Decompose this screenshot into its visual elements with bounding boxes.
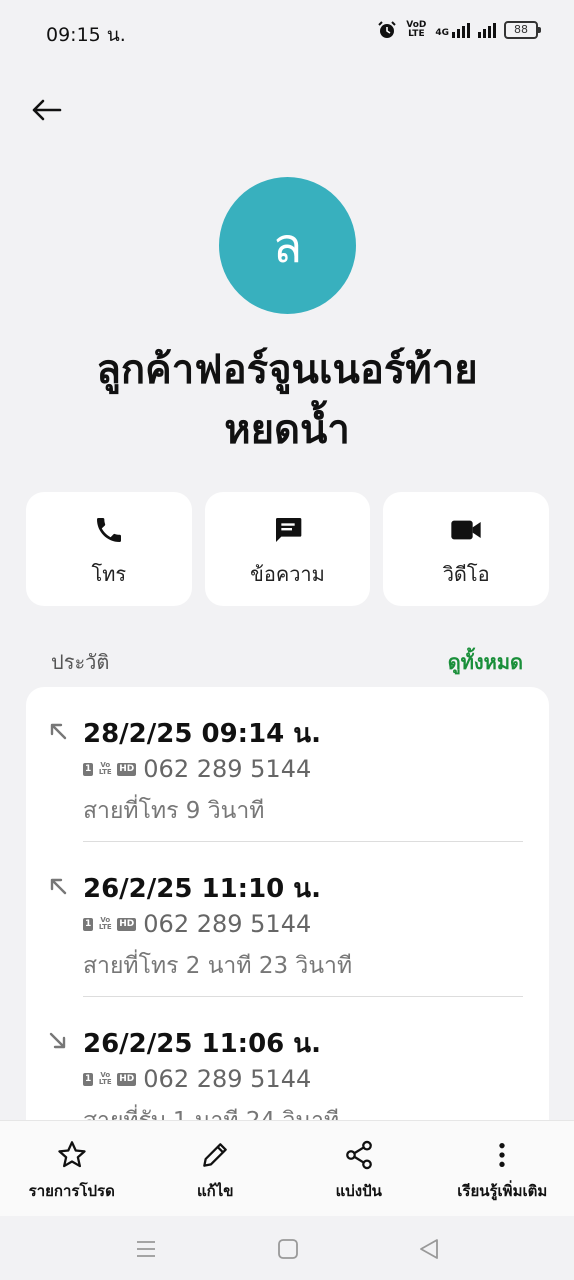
nav-back-button[interactable] xyxy=(414,1234,444,1264)
history-header: ประวัติ ดูทั้งหมด xyxy=(51,646,523,676)
favorite-label: รายการโปรด xyxy=(28,1182,115,1200)
star-icon xyxy=(58,1141,86,1168)
call-number: 062 289 5144 xyxy=(143,1065,312,1093)
volte-indicator: VoD LTE xyxy=(406,20,427,39)
recent-apps-button[interactable] xyxy=(131,1234,161,1264)
edit-button[interactable]: แก้ไข xyxy=(144,1121,288,1217)
more-label: เรียนรู้เพิ่มเติม xyxy=(457,1182,548,1200)
volte-icon: Vo LTE xyxy=(98,761,112,776)
home-icon xyxy=(278,1239,298,1259)
home-button[interactable] xyxy=(273,1234,303,1264)
share-label: แบ่งปัน xyxy=(335,1182,382,1200)
message-label: ข้อความ xyxy=(250,562,325,586)
call-description: สายที่โทร 9 วินาที xyxy=(83,798,265,824)
status-icons: VoD LTE 4G 88 xyxy=(377,20,541,40)
call-description: สายที่โทร 2 นาที 23 วินาที xyxy=(83,953,353,979)
contact-name: ลูกค้าฟอร์จูนเนอร์ท้าย หยดน้ำ xyxy=(40,340,534,460)
call-number: 062 289 5144 xyxy=(143,755,312,783)
call-datetime: 26/2/25 11:06 น. xyxy=(83,1029,321,1059)
call-number-line: 1 Vo LTE HD 062 289 5144 xyxy=(83,910,311,938)
avatar-initial: ล xyxy=(272,217,303,274)
network-type: 4G xyxy=(435,27,449,38)
history-title: ประวัติ xyxy=(51,650,110,674)
call-number: 062 289 5144 xyxy=(143,910,312,938)
signal-icon-2 xyxy=(478,22,496,38)
message-icon xyxy=(275,518,301,542)
view-all-link[interactable]: ดูทั้งหมด xyxy=(448,646,523,678)
call-history-row[interactable]: 26/2/25 11:10 น. 1 Vo LTE HD 062 289 514… xyxy=(26,842,549,997)
bottom-action-bar: รายการโปรด แก้ไข แบ่งปัน เรียนรู้เพิ่มเต… xyxy=(0,1120,574,1217)
volte-icon: Vo LTE xyxy=(98,1071,112,1086)
outgoing-call-arrow-icon xyxy=(50,878,67,895)
favorite-button[interactable]: รายการโปรด xyxy=(0,1121,144,1217)
hd-icon: HD xyxy=(117,762,137,776)
call-datetime: 28/2/25 09:14 น. xyxy=(83,719,321,749)
call-button[interactable]: โทร xyxy=(26,492,192,606)
sim-icon: 1 xyxy=(83,1072,94,1086)
phone-icon xyxy=(96,518,121,542)
edit-label: แก้ไข xyxy=(196,1182,234,1200)
call-history-row[interactable]: 28/2/25 09:14 น. 1 Vo LTE HD 062 289 514… xyxy=(26,687,549,842)
outgoing-call-arrow-icon xyxy=(50,723,67,740)
video-icon xyxy=(451,520,481,540)
battery-icon: 88 xyxy=(504,21,541,39)
message-button[interactable]: ข้อความ xyxy=(204,492,371,606)
system-nav-bar xyxy=(0,1216,574,1280)
menu-icon xyxy=(137,1241,155,1257)
video-label: วิดีโอ xyxy=(442,562,490,586)
back-triangle-icon xyxy=(420,1239,438,1259)
status-bar: 09:15 น. VoD LTE 4G 88 xyxy=(0,0,574,64)
share-button[interactable]: แบ่งปัน xyxy=(287,1121,431,1217)
share-icon xyxy=(345,1140,372,1170)
call-history-list: 28/2/25 09:14 น. 1 Vo LTE HD 062 289 514… xyxy=(26,687,549,1147)
pencil-icon xyxy=(203,1143,228,1167)
alarm-icon xyxy=(378,21,397,38)
contact-name-line1: ลูกค้าฟอร์จูนเนอร์ท้าย xyxy=(96,347,478,393)
arrow-left-icon xyxy=(32,99,62,121)
sim-icon: 1 xyxy=(83,762,94,776)
action-buttons: โทร ข้อความ วิดีโอ xyxy=(26,492,550,606)
volte-icon: Vo LTE xyxy=(98,916,112,931)
hd-icon: HD xyxy=(117,917,137,931)
more-vertical-icon xyxy=(499,1143,505,1167)
incoming-call-arrow-icon xyxy=(49,1032,66,1049)
contact-avatar: ล xyxy=(219,177,356,314)
hd-icon: HD xyxy=(117,1072,137,1086)
call-number-line: 1 Vo LTE HD 062 289 5144 xyxy=(83,1065,311,1093)
sim-icon: 1 xyxy=(83,917,94,931)
signal-icon-1: 4G xyxy=(435,22,470,38)
status-time: 09:15 น. xyxy=(46,24,126,46)
call-label: โทร xyxy=(91,562,127,586)
contact-name-line2: หยดน้ำ xyxy=(224,407,350,453)
call-datetime: 26/2/25 11:10 น. xyxy=(83,874,321,904)
call-number-line: 1 Vo LTE HD 062 289 5144 xyxy=(83,755,311,783)
more-button[interactable]: เรียนรู้เพิ่มเติม xyxy=(431,1121,574,1217)
back-button[interactable] xyxy=(26,92,66,128)
video-button[interactable]: วิดีโอ xyxy=(383,492,550,606)
